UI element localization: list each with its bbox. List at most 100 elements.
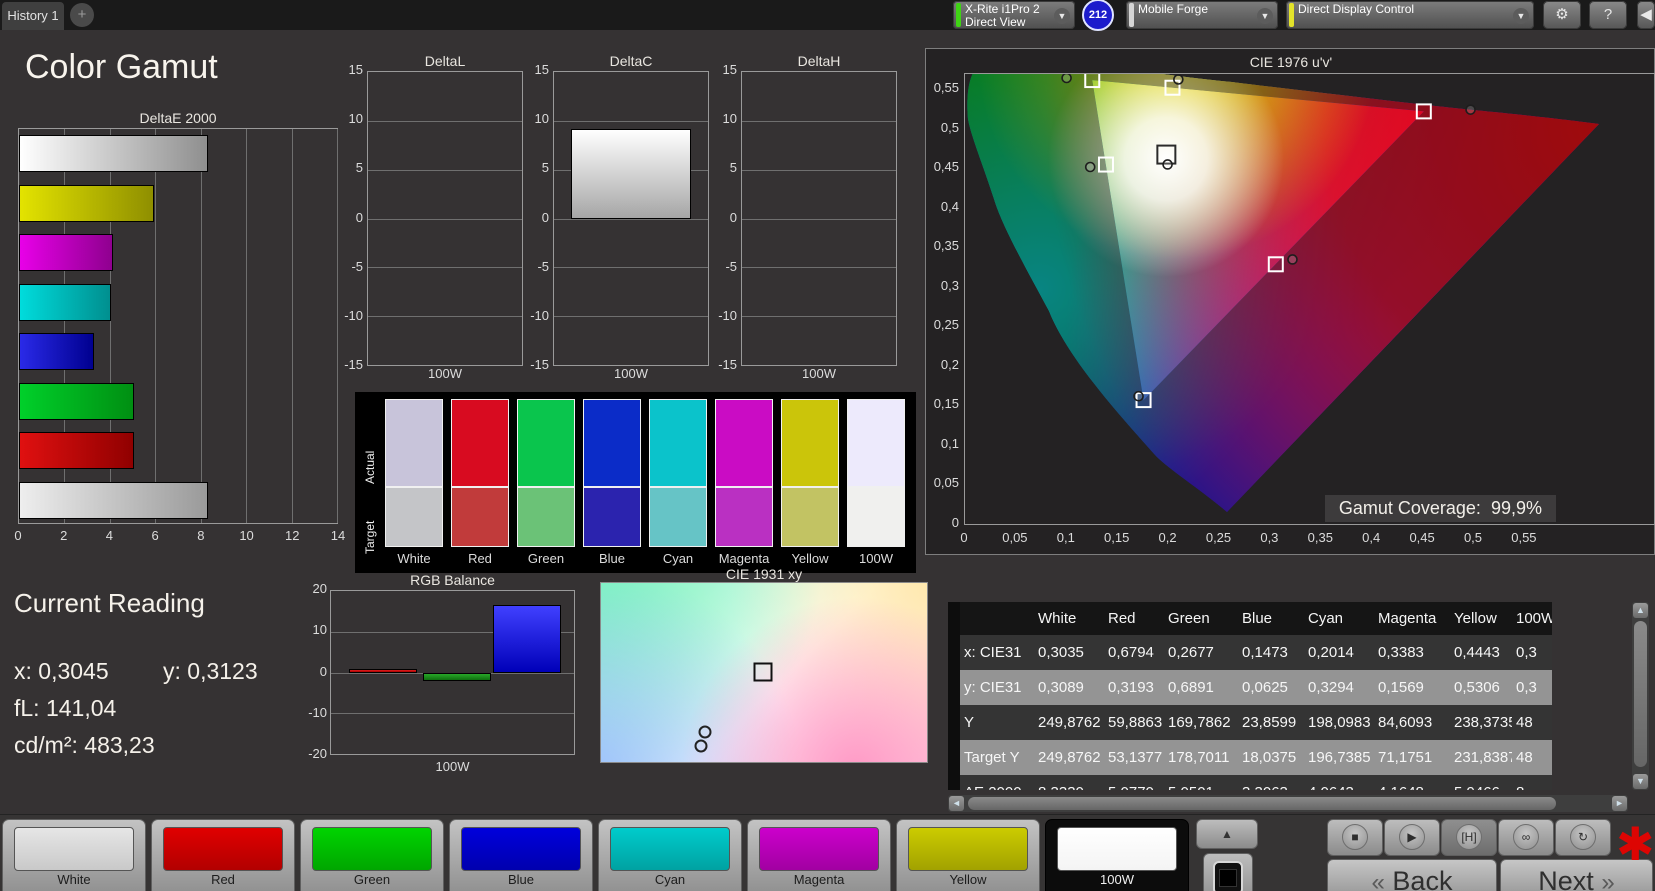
x-tick-label: 2 (60, 528, 68, 543)
repeat-button[interactable]: ↻ (1555, 819, 1611, 856)
meter-status-stripe (956, 3, 961, 27)
table-row[interactable]: y: CIE31 0,3089 0,3193 0,6891 0,0625 0,3294 0,… (960, 670, 1552, 705)
pattern-button-magenta[interactable]: Magenta (747, 819, 891, 891)
meter-count-badge[interactable]: 212 (1082, 0, 1114, 31)
pattern-button-green[interactable]: Green (300, 819, 444, 891)
meter-alert-icon[interactable]: ✱ (1616, 821, 1655, 867)
pattern-swatch (312, 827, 432, 871)
x-tick-label: 14 (330, 528, 346, 543)
pattern-button-white[interactable]: White (2, 819, 146, 891)
column-header: Yellow (1454, 610, 1497, 627)
vscroll-handle[interactable] (1634, 621, 1647, 767)
table-row[interactable]: x: CIE31 0,3035 0,6794 0,2677 0,1473 0,2014 0,… (960, 635, 1552, 670)
table-row[interactable]: Target Y 249,8762 53,1377 178,7011 18,0375 19… (960, 740, 1552, 775)
swatch-label: Magenta (718, 551, 770, 566)
gear-icon: ⚙ (1555, 6, 1569, 23)
cell-value: 0,4443 (1454, 644, 1500, 661)
table-row[interactable]: Y 249,8762 59,8863 169,7862 23,8599 198,0983 8… (960, 705, 1552, 740)
y-tick-label: 0 (355, 209, 363, 225)
actual-swatch-100w (847, 399, 905, 487)
gridline (742, 218, 896, 220)
scroll-up-icon[interactable]: ▲ (1633, 603, 1648, 618)
pattern-source-dropdown[interactable]: Mobile Forge ▼ (1126, 1, 1278, 29)
delta-e-chart-title: DeltaE 2000 (139, 110, 217, 126)
collapse-toolbar-button[interactable]: ◀ (1637, 1, 1655, 29)
actual-swatch-white (385, 399, 443, 487)
reading-fl: fL: 141,04 (14, 695, 117, 721)
x-tick-label: 0 (14, 528, 22, 543)
window-size-icon (1213, 861, 1243, 891)
y-tick-label: 0 (951, 515, 959, 530)
cell-value: 4,1648 (1374, 784, 1450, 790)
help-button[interactable]: ? (1589, 1, 1627, 29)
pattern-button-yellow[interactable]: Yellow (896, 819, 1040, 891)
play-range-button[interactable]: [H] (1441, 819, 1497, 856)
actual-swatch-cyan (649, 399, 707, 487)
hscroll-handle[interactable] (968, 797, 1556, 810)
rgb-balance-bar-blue (493, 605, 561, 673)
table-vscrollbar[interactable]: ▲ ▼ (1632, 602, 1649, 790)
cell-value: 196,7385 (1308, 749, 1371, 766)
pattern-button-cyan[interactable]: Cyan (598, 819, 742, 891)
scroll-down-icon[interactable]: ▼ (1633, 774, 1648, 789)
scroll-right-icon[interactable]: ► (1612, 796, 1627, 811)
cie1976-diagram (967, 74, 1600, 512)
settings-button[interactable]: ⚙ (1543, 1, 1581, 29)
cie1931-title: CIE 1931 xy (725, 566, 803, 582)
meter-dropdown[interactable]: X-Rite i1Pro 2 Direct View ▼ (953, 1, 1075, 29)
gridline (368, 169, 522, 171)
x-tick-label: 0,15 (1104, 530, 1130, 545)
y-tick-label: 5 (729, 160, 737, 176)
cell-value: 0,1473 (1242, 644, 1288, 661)
cell-value: 0,2677 (1168, 644, 1214, 661)
pattern-button-100w[interactable]: 100W (1045, 819, 1189, 891)
pattern-button-blue[interactable]: Blue (449, 819, 593, 891)
gridline (368, 267, 522, 269)
top-bar: History 1 + X-Rite i1Pro 2 Direct View ▼… (0, 0, 1655, 31)
scroll-left-icon[interactable]: ◄ (949, 796, 964, 811)
cell-value: 71,1751 (1378, 749, 1433, 766)
cell-value: 23,8599 (1242, 714, 1297, 731)
y-tick-label: -5 (537, 258, 549, 274)
stop-icon: ■ (1342, 824, 1368, 850)
swatch-label: White (397, 551, 431, 566)
gridline (554, 316, 708, 318)
delta-e-bar-yellow (19, 184, 155, 222)
target-row-label: Target (363, 520, 377, 554)
table-hscrollbar[interactable]: ◄ ► (948, 795, 1628, 812)
cell-value: 178,7011 (1168, 749, 1230, 766)
delta-e-bar-magenta (19, 234, 114, 271)
target-swatch-yellow (781, 487, 839, 547)
pattern-label: Cyan (654, 872, 686, 887)
reading-y: y: 0,3123 (163, 658, 258, 684)
delta-e-bar-100w (19, 481, 209, 519)
row-handle-strip (948, 602, 960, 790)
tab-history-1[interactable]: History 1 (2, 2, 64, 30)
swatch-label: Green (527, 551, 565, 566)
y-tick-label: 10 (312, 622, 327, 638)
x-tick-label: 0,5 (1463, 530, 1483, 545)
y-tick-label: 0,15 (933, 396, 959, 412)
cell-value: 0,2014 (1308, 644, 1354, 661)
repeat-icon: ↻ (1570, 824, 1596, 850)
play-button[interactable]: ▶ (1384, 819, 1440, 856)
cell-value: 48 (1516, 749, 1533, 766)
y-tick-label: 0,3 (940, 277, 959, 293)
chevron-double-right-icon: » (1601, 869, 1615, 891)
loop-button[interactable]: ∞ (1498, 819, 1554, 856)
pattern-list-up-button[interactable]: ▲ (1196, 819, 1258, 849)
x-tick-label: 0,45 (1409, 530, 1435, 545)
cie1976-title: CIE 1976 u'v' (1249, 54, 1333, 70)
add-tab-button[interactable]: + (70, 3, 94, 27)
display-control-dropdown[interactable]: Direct Display Control ▼ (1286, 1, 1534, 29)
table-row[interactable]: ΔE 20008,33305,07705,05013,30634,06434,1… (960, 775, 1552, 790)
rgb-balance-plot (330, 590, 575, 755)
y-tick-label: -10 (530, 307, 549, 323)
stop-button[interactable]: ■ (1327, 819, 1383, 856)
back-button[interactable]: « Back (1327, 859, 1497, 891)
cell-value: 0,1569 (1378, 679, 1424, 696)
pattern-button-red[interactable]: Red (151, 819, 295, 891)
measured-point-magenta (1287, 254, 1298, 265)
window-pattern-button[interactable] (1203, 853, 1253, 891)
x-tick-label: 12 (285, 528, 300, 543)
